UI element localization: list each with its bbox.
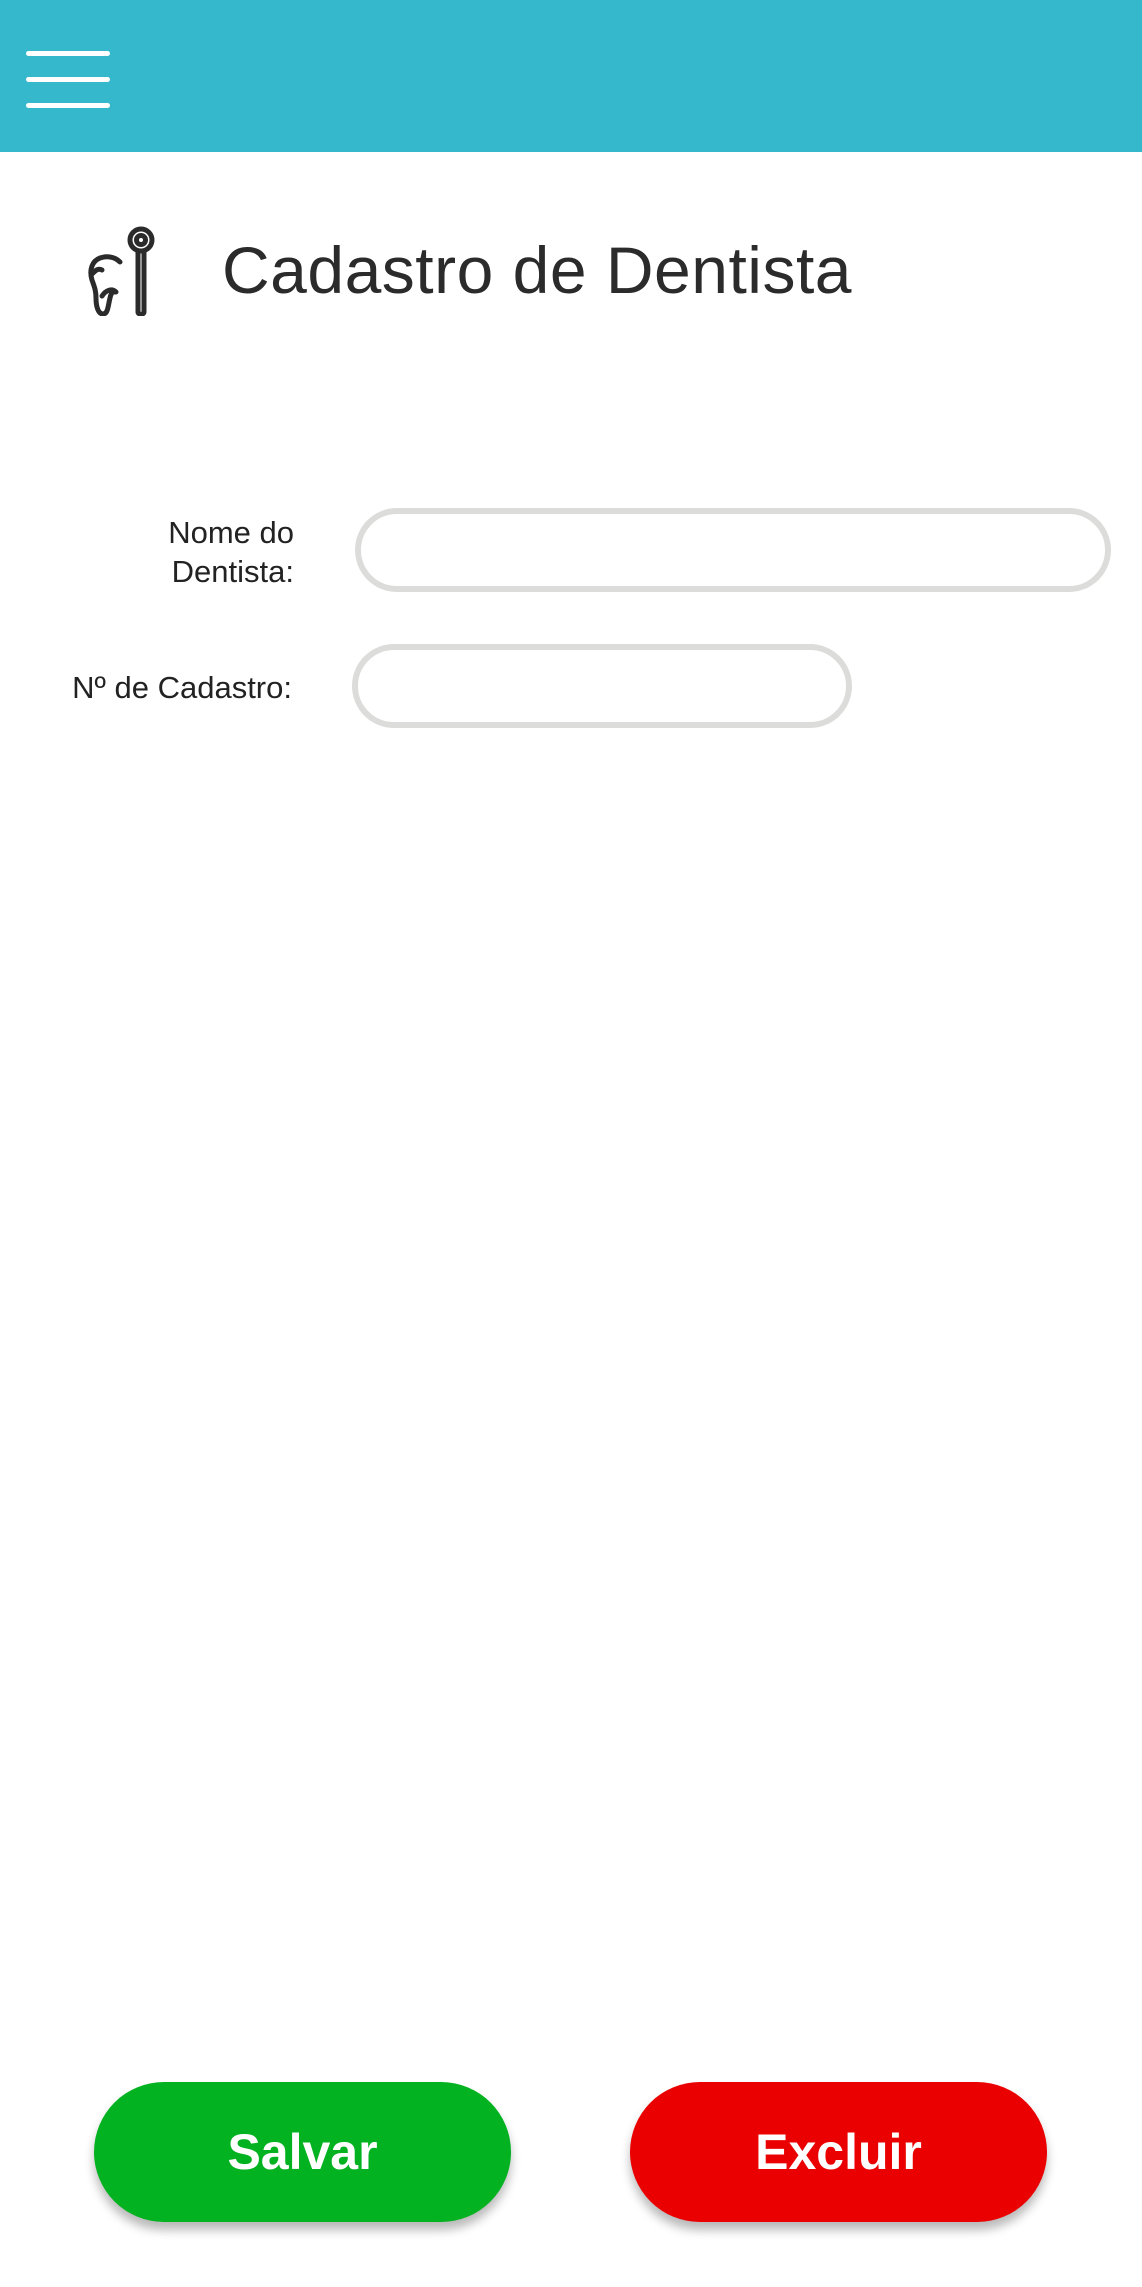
- dentist-name-input[interactable]: [355, 508, 1111, 592]
- dentist-name-label: Nome do Dentista:: [168, 515, 294, 589]
- tooth-dentist-icon: [88, 226, 155, 316]
- app-screen: Cadastro de Dentista Nome do Dentista: N…: [0, 0, 1142, 2287]
- top-app-bar: [0, 0, 1142, 152]
- menu-line: [26, 51, 110, 56]
- registration-number-input[interactable]: [352, 644, 852, 728]
- page-header: Cadastro de Dentista: [0, 216, 1142, 326]
- delete-button[interactable]: Excluir: [630, 2082, 1047, 2222]
- hamburger-menu-icon[interactable]: [22, 46, 114, 118]
- registration-number-label: Nº de Cadastro:: [72, 670, 292, 705]
- menu-line: [26, 77, 110, 82]
- save-button[interactable]: Salvar: [94, 2082, 511, 2222]
- menu-line: [26, 103, 110, 108]
- page-title: Cadastro de Dentista: [222, 233, 853, 307]
